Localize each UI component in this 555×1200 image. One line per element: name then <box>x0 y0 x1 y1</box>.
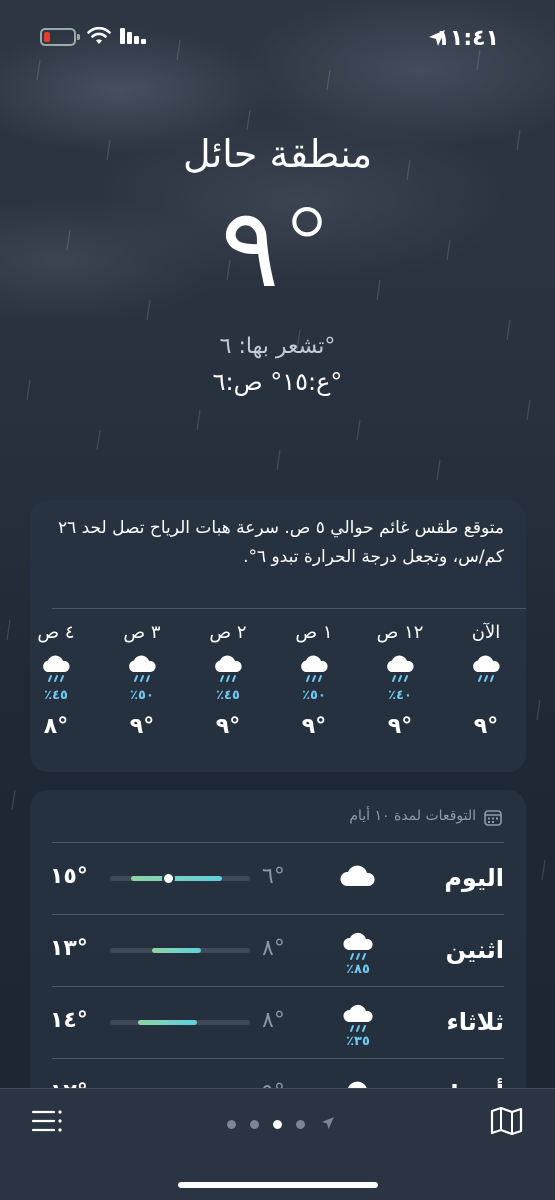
cloud-rain-icon <box>129 655 156 682</box>
hour-temperature: ٩° <box>387 714 413 739</box>
cloud-rain-icon <box>387 655 414 682</box>
current-temperature: ٩° <box>220 184 335 312</box>
hour-temperature: ٨° <box>43 714 69 739</box>
hour-item: ٢ ص ٪٤٥ ٩° <box>188 618 268 768</box>
cloud-rain-icon <box>301 655 328 682</box>
feels-like: تشعر بها: ٦° <box>219 334 336 359</box>
page-dot-active[interactable] <box>273 1120 282 1129</box>
hour-label: ٢ ص <box>209 622 247 643</box>
day-precipitation: ٪٣٥ <box>346 1034 370 1049</box>
hour-label: ٤ ص <box>37 622 75 643</box>
hour-item: ٤ ص ٪٤٥ ٨° <box>30 618 96 768</box>
hour-temperature: ٩° <box>473 714 499 739</box>
bottom-toolbar <box>0 1088 555 1200</box>
status-bar: ١١:٤١ <box>0 18 555 58</box>
divider <box>52 842 504 843</box>
cloud-rain-icon <box>473 655 500 682</box>
cloud-icon <box>340 865 375 886</box>
ten-day-title: التوقعات لمدة ١٠ أيام <box>349 808 476 824</box>
divider <box>52 608 526 609</box>
home-indicator[interactable] <box>178 1182 378 1188</box>
hour-precipitation: ٪٥٠ <box>130 688 154 703</box>
day-name: اثنين <box>445 936 504 964</box>
hour-precipitation: ٪٤٠ <box>388 688 412 703</box>
hour-item: ١٢ ص ٪٤٠ ٩° <box>360 618 440 768</box>
day-row[interactable]: اليوم ٦° ١٥° <box>30 842 526 914</box>
page-dot[interactable] <box>296 1120 305 1129</box>
hour-precipitation: ٪٤٥ <box>216 688 240 703</box>
forecast-summary: متوقع طقس غائم حوالي ٥ ص. سرعة هبات الري… <box>57 518 504 567</box>
hour-item: الآن ٩° <box>446 618 526 768</box>
wifi-icon <box>87 26 111 44</box>
hour-label: الآن <box>471 622 501 643</box>
city-name: منطقة حائل <box>182 132 373 176</box>
temperature-range-bar <box>110 1020 250 1025</box>
page-dot[interactable] <box>250 1120 259 1129</box>
hourly-forecast-card[interactable]: متوقع طقس غائم حوالي ٥ ص. سرعة هبات الري… <box>30 500 526 772</box>
day-high: ١٤° <box>50 1008 88 1033</box>
temperature-range-bar <box>110 948 250 953</box>
day-row[interactable]: اثنين ٪٨٥ ٨° ١٣° <box>30 914 526 986</box>
list-icon[interactable] <box>30 1108 64 1134</box>
current-temp-dot <box>164 874 174 883</box>
day-precipitation: ٪٨٥ <box>346 962 370 977</box>
hour-item: ٣ ص ٪٥٠ ٩° <box>102 618 182 768</box>
location-arrow-icon[interactable] <box>321 1116 335 1130</box>
hour-precipitation: ٪٤٥ <box>44 688 68 703</box>
day-name: ثلاثاء <box>446 1008 504 1036</box>
battery-icon <box>40 28 80 46</box>
day-name: اليوم <box>444 864 504 892</box>
day-low: ٦° <box>262 864 285 889</box>
cellular-signal-icon <box>120 28 146 44</box>
hour-temperature: ٩° <box>301 714 327 739</box>
range-fill <box>152 948 201 953</box>
map-icon[interactable] <box>490 1106 524 1136</box>
cloud-rain-icon <box>43 655 70 682</box>
divider <box>52 1058 504 1059</box>
page-dot[interactable] <box>227 1120 236 1129</box>
hour-label: ٣ ص <box>123 622 161 643</box>
high-low: ع:١٥° ص:٦° <box>212 368 343 396</box>
status-time: ١١:٤١ <box>436 26 499 51</box>
day-low: ٨° <box>262 936 285 961</box>
temperature-range-bar <box>110 874 250 883</box>
calendar-icon <box>484 810 502 826</box>
divider <box>0 1088 555 1089</box>
range-fill <box>131 876 222 881</box>
hour-precipitation: ٪٥٠ <box>302 688 326 703</box>
cloud-rain-icon <box>215 655 242 682</box>
divider <box>52 986 504 987</box>
day-high: ١٣° <box>50 936 88 961</box>
hourly-list[interactable]: الآن ٩° ١٢ ص ٪٤٠ ٩° ١ ص ٪٥٠ ٩° ٢ ص ٪٤٥ ٩… <box>30 618 526 768</box>
day-high: ١٥° <box>50 864 88 889</box>
hour-temperature: ٩° <box>215 714 241 739</box>
divider <box>52 914 504 915</box>
hour-label: ١٢ ص <box>376 622 424 643</box>
range-fill <box>138 1020 197 1025</box>
page-indicator[interactable] <box>220 1114 335 1133</box>
day-row[interactable]: ثلاثاء ٪٣٥ ٨° ١٤° <box>30 986 526 1058</box>
hour-temperature: ٩° <box>129 714 155 739</box>
hour-item: ١ ص ٪٥٠ ٩° <box>274 618 354 768</box>
day-low: ٨° <box>262 1008 285 1033</box>
hour-label: ١ ص <box>295 622 333 643</box>
